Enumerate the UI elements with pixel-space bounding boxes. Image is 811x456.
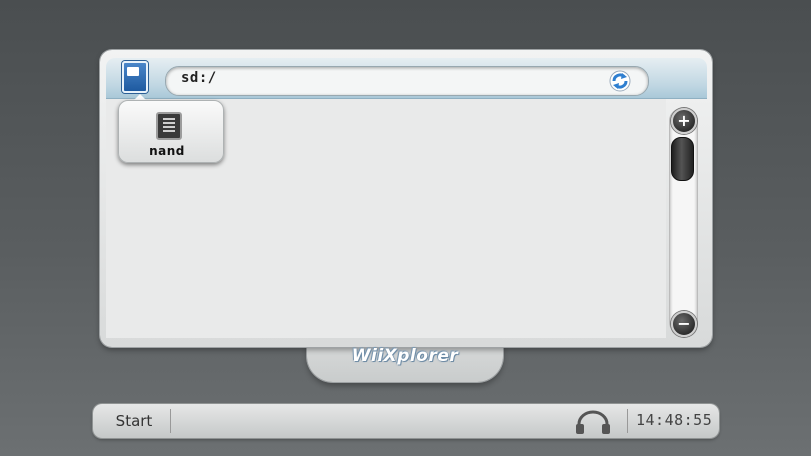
divider (627, 409, 628, 433)
path-field[interactable] (165, 66, 649, 96)
scroll-up-button[interactable]: + (671, 108, 697, 134)
start-button[interactable]: Start (100, 406, 168, 436)
divider (170, 409, 171, 433)
drive-item-nand[interactable]: nand (141, 144, 193, 158)
chip-icon[interactable] (156, 112, 182, 140)
drive-select-button[interactable] (120, 59, 150, 94)
sd-card-icon (122, 60, 148, 93)
headphones-icon[interactable] (575, 410, 611, 434)
path-text: sd:/ (181, 70, 217, 86)
scrollbar-thumb[interactable] (671, 137, 694, 181)
clock: 14:48:55 (636, 411, 713, 429)
refresh-icon[interactable] (609, 70, 631, 92)
scroll-down-button[interactable]: − (671, 311, 697, 337)
status-bar (93, 404, 719, 438)
app-logo: WiiXplorer (351, 346, 459, 366)
